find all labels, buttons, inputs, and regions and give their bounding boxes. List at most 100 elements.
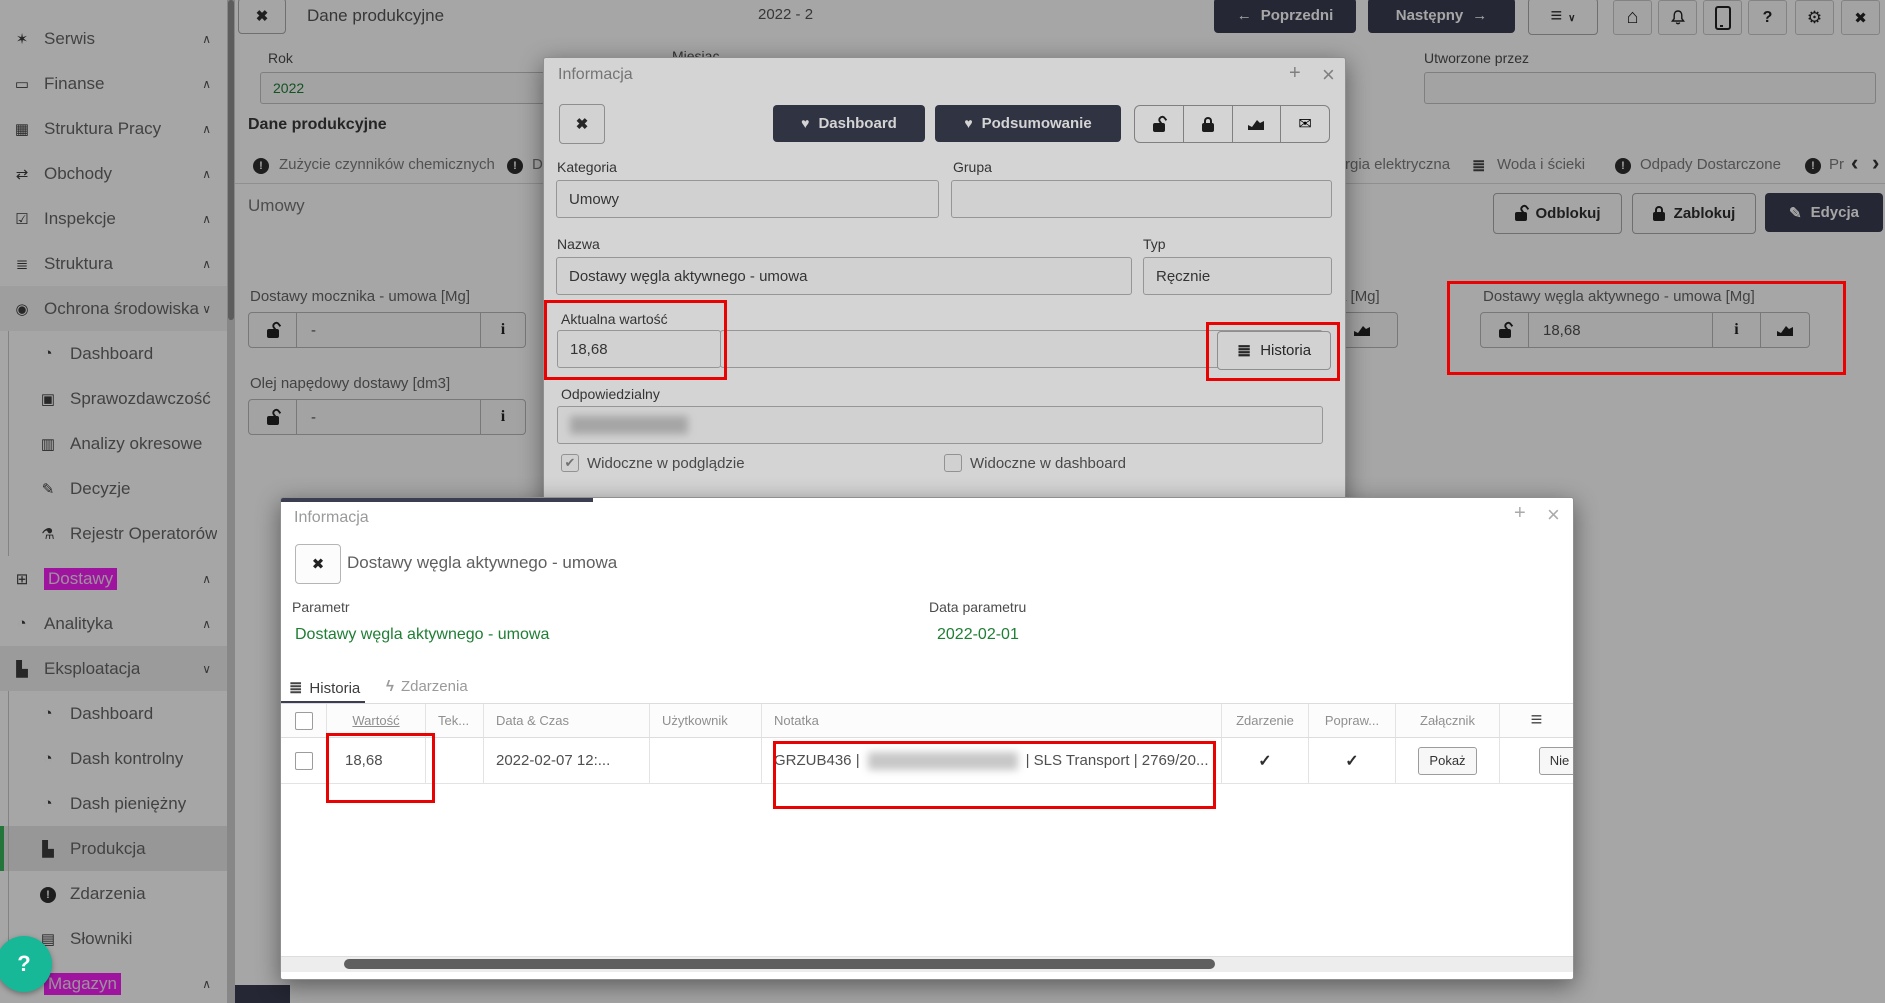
heart-icon [964, 115, 972, 132]
pokaz-button[interactable]: Pokaż [1418, 747, 1476, 775]
col-zalacznik[interactable]: Załącznik [1396, 704, 1500, 737]
sidebar-item-analityka[interactable]: ◔Analityka∧ [0, 601, 227, 646]
widoczne-podglad-checkbox[interactable] [561, 454, 579, 472]
unlock-icon [267, 416, 279, 425]
unlock-button[interactable] [1135, 106, 1184, 142]
typ-input[interactable]: Ręcznie [1143, 257, 1332, 295]
sidebar-item-decyzje[interactable]: ✎Decyzje [0, 466, 227, 511]
mobile-button[interactable] [1703, 0, 1742, 35]
expand-icon[interactable] [1289, 66, 1301, 84]
tab-woda-i-scieki[interactable]: Woda i ścieki [1497, 156, 1585, 173]
menu-dropdown-button[interactable] [1528, 0, 1598, 35]
param-value[interactable]: - [297, 400, 481, 434]
aktualna-wartosc-input[interactable]: 18,68 [557, 330, 721, 368]
unlock-button[interactable] [249, 313, 297, 347]
unlock-button[interactable] [249, 400, 297, 434]
kategoria-input[interactable]: Umowy [556, 180, 939, 218]
tab-zuzycie-czynnikow[interactable]: Zużycie czynników chemicznych [279, 156, 495, 173]
col-wartosc[interactable]: Wartość [327, 704, 426, 737]
tab-historia[interactable]: Historia [289, 678, 360, 698]
tab-zdarzenia[interactable]: Zdarzenia [386, 678, 468, 695]
tabs-scroll-left-icon[interactable] [1851, 150, 1858, 176]
sidebar-item-dash-kontrolny[interactable]: ◔Dash kontrolny [0, 736, 227, 781]
sidebar-item-struktura-pracy[interactable]: ▦Struktura Pracy∧ [0, 106, 227, 151]
podsumowanie-button[interactable]: Podsumowanie [935, 105, 1121, 142]
col-notatka[interactable]: Notatka [762, 704, 1222, 737]
odpowiedzialny-input[interactable] [557, 406, 1323, 444]
expand-icon[interactable] [1514, 506, 1526, 524]
factory-icon: ▙ [38, 840, 58, 858]
subsection-title: Umowy [248, 196, 305, 216]
tabs-scroll-right-icon[interactable] [1872, 150, 1879, 176]
sidebar-item-dashboard-eksploatacja[interactable]: ◔Dashboard [0, 691, 227, 736]
param-group-wegiel: 18,68 i [1480, 312, 1810, 348]
close-page-button[interactable] [238, 0, 286, 34]
sidebar-item-eksploatacja[interactable]: ▙Eksploatacja∨ [0, 646, 227, 691]
sidebar-item-zdarzenia[interactable]: !Zdarzenia [0, 871, 227, 916]
col-zdarzenie[interactable]: Zdarzenie [1222, 704, 1309, 737]
sidebar-item-serwis[interactable]: ✶Serwis∧ [0, 16, 227, 61]
info-button[interactable]: i [481, 313, 525, 347]
close-window-button[interactable] [1841, 0, 1880, 35]
grupa-input[interactable] [951, 180, 1332, 218]
utworzone-przez-input[interactable] [1424, 72, 1876, 104]
nie-button-clipped[interactable]: Nie [1539, 747, 1573, 775]
col-tekst[interactable]: Tek... [426, 704, 484, 737]
info-button[interactable]: i [481, 400, 525, 434]
row-checkbox[interactable] [295, 752, 313, 770]
chart-button[interactable] [1233, 106, 1282, 142]
col-menu[interactable] [1500, 704, 1573, 737]
historia-button[interactable]: Historia [1217, 331, 1331, 370]
modal-close-button[interactable] [295, 544, 341, 584]
chart-button[interactable] [1761, 313, 1809, 347]
settings-button[interactable] [1795, 0, 1834, 35]
odblokuj-button[interactable]: Odblokuj [1493, 193, 1622, 234]
previous-button[interactable]: Poprzedni [1214, 0, 1356, 33]
tab-odpady-dostarczone[interactable]: Odpady Dostarczone [1640, 156, 1781, 173]
lock-icon [1202, 123, 1214, 132]
sidebar-item-dostawy[interactable]: ⊞Dostawy∧ [0, 556, 227, 601]
envelope-button[interactable] [1281, 106, 1329, 142]
col-poprawione[interactable]: Popraw... [1309, 704, 1396, 737]
sidebar-item-analizy-okresowe[interactable]: ▥Analizy okresowe [0, 421, 227, 466]
info-button[interactable]: i [1713, 313, 1761, 347]
help-button[interactable] [1748, 0, 1787, 35]
table-row[interactable]: 18,68 2022-02-07 12:... GRZUB436 || SLS … [281, 738, 1573, 784]
sidebar-scrollbar-thumb[interactable] [228, 0, 234, 320]
param-value-wegiel[interactable]: 18,68 [1529, 313, 1713, 347]
close-icon[interactable] [1322, 68, 1335, 87]
sidebar-item-dash-pieniezny[interactable]: ◔Dash pieniężny [0, 781, 227, 826]
dashboard-button[interactable]: Dashboard [773, 105, 925, 142]
tab-energia-elektryczna-partial[interactable]: rgia elektryczna [1345, 156, 1450, 173]
col-data-czas[interactable]: Data & Czas [484, 704, 650, 737]
sidebar-item-finanse[interactable]: ▭Finanse∧ [0, 61, 227, 106]
next-button[interactable]: Następny [1368, 0, 1515, 33]
col-uzytkownik[interactable]: Użytkownik [650, 704, 762, 737]
sidebar-item-struktura[interactable]: ≣Struktura∧ [0, 241, 227, 286]
horizontal-scrollbar[interactable] [281, 956, 1573, 972]
edycja-button[interactable]: Edycja [1765, 193, 1883, 232]
sidebar-scrollbar[interactable] [227, 0, 235, 1003]
zablokuj-button[interactable]: Zablokuj [1632, 193, 1756, 234]
notifications-button[interactable] [1658, 0, 1697, 35]
unlock-button[interactable] [1481, 313, 1529, 347]
sidebar-item-produkcja[interactable]: ▙Produkcja [0, 826, 227, 871]
alert-circle-icon: ! [507, 156, 523, 174]
close-icon[interactable] [1547, 508, 1560, 527]
tab-pr-partial[interactable]: Pr [1829, 156, 1844, 173]
nazwa-input[interactable]: Dostawy węgla aktywnego - umowa [556, 257, 1132, 295]
sidebar-item-sprawozdawczosc[interactable]: ▣Sprawozdawczość [0, 376, 227, 421]
sidebar-item-rejestr-operatorow[interactable]: ⚗Rejestr Operatorów [0, 511, 227, 556]
home-button[interactable] [1613, 0, 1652, 35]
lock-button[interactable] [1184, 106, 1233, 142]
modal-close-button[interactable] [559, 104, 605, 144]
sidebar-item-obchody[interactable]: ⇄Obchody∧ [0, 151, 227, 196]
sidebar-item-ochrona-srodowiska[interactable]: ◉Ochrona środowiska∨ [0, 286, 227, 331]
widoczne-dashboard-checkbox[interactable] [944, 454, 962, 472]
select-all-checkbox[interactable] [295, 712, 313, 730]
param-value[interactable]: - [297, 313, 481, 347]
scrollbar-thumb[interactable] [344, 959, 1215, 969]
sidebar-item-inspekcje[interactable]: ☑Inspekcje∧ [0, 196, 227, 241]
param-label: Olej napędowy dostawy [dm3] [250, 375, 450, 392]
sidebar-item-dashboard-ochrona[interactable]: ◔Dashboard [0, 331, 227, 376]
